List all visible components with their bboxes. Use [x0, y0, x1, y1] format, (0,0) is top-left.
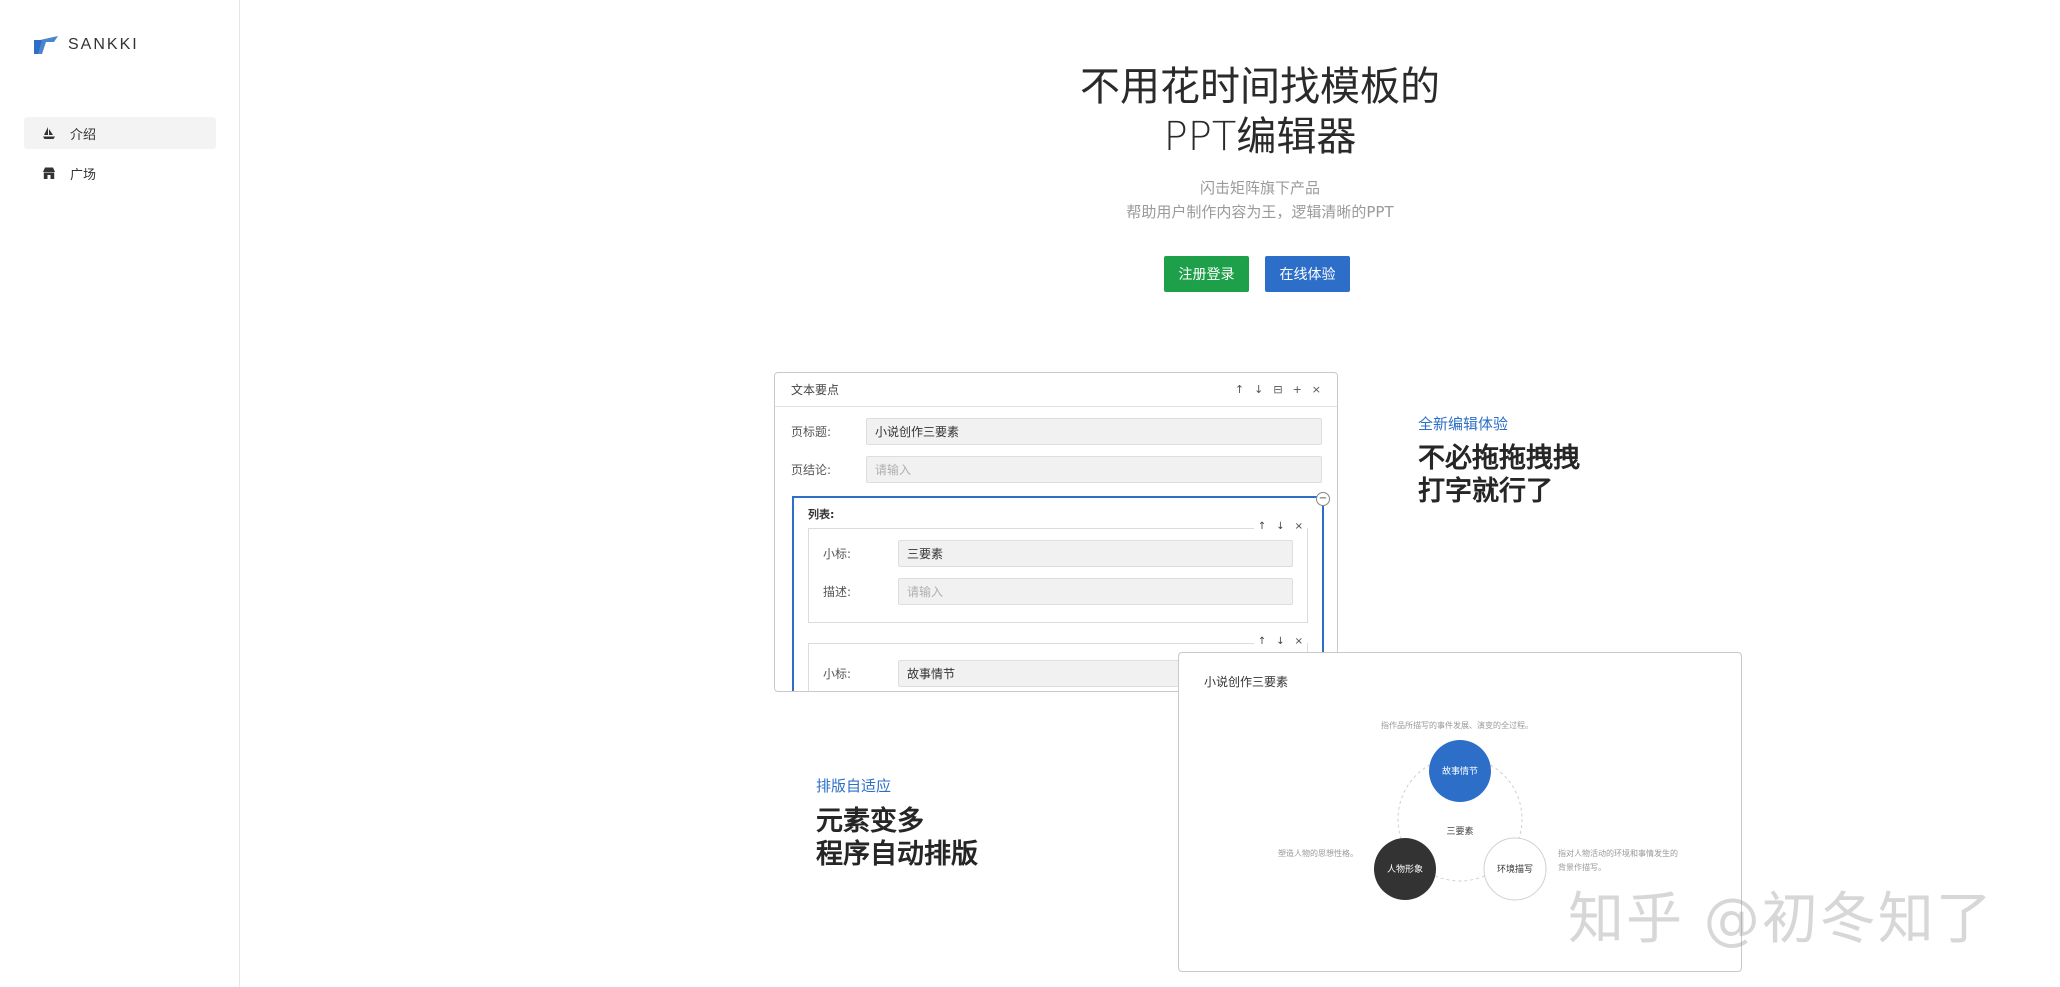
logo[interactable]: SANKKI	[32, 34, 139, 56]
subtitle-label: 小标:	[823, 667, 852, 681]
move-up-icon[interactable]: ↑	[1258, 636, 1266, 647]
list-item: ↑ ↓ × 小标: 三要素 描述: 请输入	[808, 521, 1308, 623]
collapse-icon[interactable]: ⊟	[1273, 383, 1282, 396]
editor-toolbar: ↑ ↓ ⊟ + ×	[1235, 383, 1321, 396]
node-label-plot: 故事情节	[1442, 765, 1478, 777]
feature-title-layout: 元素变多 程序自动排版	[816, 805, 978, 871]
page-title-label: 页标题:	[791, 424, 832, 439]
sidebar: SANKKI 介绍 广场	[0, 0, 240, 987]
page-title-input[interactable]: 小说创作三要素	[866, 417, 1322, 445]
move-up-icon[interactable]: ↑	[1258, 521, 1266, 532]
page-conclusion-input[interactable]: 请输入	[866, 455, 1322, 483]
list-item-toolbar: ↑ ↓ ×	[1253, 521, 1307, 532]
caption-right-line-2: 背景作描写。	[1558, 863, 1606, 872]
feature-title-line-1: 不必拖拖拽拽	[1418, 443, 1580, 474]
hero-subtitle: 闪击矩阵旗下产品 帮助用户制作内容为王，逻辑清晰的PPT	[980, 176, 1540, 224]
close-icon[interactable]: ×	[1295, 636, 1303, 647]
move-up-icon[interactable]: ↑	[1235, 383, 1244, 396]
center-label: 三要素	[1446, 825, 1473, 837]
feature-title-line-1: 元素变多	[816, 806, 924, 837]
boat-icon	[43, 127, 55, 139]
feature-tag-layout: 排版自适应	[816, 777, 892, 795]
list-item-toolbar: ↑ ↓ ×	[1253, 636, 1307, 647]
sidebar-item-label: 介绍	[70, 127, 97, 143]
feature-title-line-2: 程序自动排版	[816, 839, 978, 870]
list-label: 列表:	[808, 508, 835, 521]
move-down-icon[interactable]: ↓	[1254, 383, 1263, 396]
register-login-button[interactable]: 注册登录	[1164, 256, 1249, 292]
sankki-logo-icon	[34, 36, 58, 54]
description-label: 描述:	[823, 585, 852, 599]
description-input[interactable]: 请输入	[898, 578, 1293, 605]
hero-title-line-2: PPT编辑器	[1163, 114, 1357, 160]
sidebar-item-intro[interactable]: 介绍	[24, 117, 216, 149]
editor-header: 文本要点 ↑ ↓ ⊟ + ×	[775, 373, 1337, 407]
description-row: 描述: 请输入	[809, 578, 1307, 605]
editor-title: 文本要点	[791, 383, 840, 397]
subtitle-row: 小标: 三要素	[809, 540, 1307, 567]
add-icon[interactable]: +	[1293, 383, 1302, 396]
caption-top: 指作品所描写的事件发展、演变的全过程。	[1381, 721, 1533, 730]
try-online-button[interactable]: 在线体验	[1265, 256, 1350, 292]
brand-name: SANKKI	[68, 36, 139, 53]
hero-title-line-1: 不用花时间找模板的	[1080, 64, 1440, 110]
feature-title-edit: 不必拖拖拽拽 打字就行了	[1418, 442, 1580, 508]
subtitle-input[interactable]: 三要素	[898, 540, 1293, 567]
node-label-character: 人物形象	[1387, 863, 1423, 875]
page-conclusion-row: 页结论: 请输入	[775, 455, 1337, 483]
hero-subtitle-line-2: 帮助用户制作内容为王，逻辑清晰的PPT	[1126, 203, 1394, 221]
store-icon	[43, 167, 55, 179]
hero-subtitle-line-1: 闪击矩阵旗下产品	[1199, 179, 1320, 197]
move-down-icon[interactable]: ↓	[1276, 636, 1284, 647]
subtitle-label: 小标:	[823, 547, 852, 561]
feature-title-line-2: 打字就行了	[1418, 476, 1553, 507]
editor-preview: 文本要点 ↑ ↓ ⊟ + × 页标题: 小说创作三要素 页结论: 请输入 列表:…	[774, 372, 1338, 692]
feature-tag-edit: 全新编辑体验	[1418, 415, 1509, 433]
caption-right-line-1: 指对人物活动的环境和事情发生的	[1558, 849, 1678, 858]
sidebar-item-label: 广场	[70, 167, 97, 183]
close-icon[interactable]: ×	[1295, 521, 1303, 532]
page-title-row: 页标题: 小说创作三要素	[775, 417, 1337, 445]
sidebar-nav: 介绍 广场	[24, 117, 216, 197]
sidebar-item-square[interactable]: 广场	[24, 157, 216, 189]
node-label-environment: 环境描写	[1497, 863, 1533, 875]
close-icon[interactable]: ×	[1312, 383, 1321, 396]
move-down-icon[interactable]: ↓	[1276, 521, 1284, 532]
watermark: 知乎 @初冬知了	[1568, 887, 1994, 952]
hero-title: 不用花时间找模板的 PPT编辑器	[980, 62, 1540, 162]
page-conclusion-label: 页结论:	[791, 462, 832, 477]
caption-left: 塑造人物的思想性格。	[1278, 849, 1358, 858]
collapse-list-icon[interactable]: −	[1316, 492, 1330, 506]
